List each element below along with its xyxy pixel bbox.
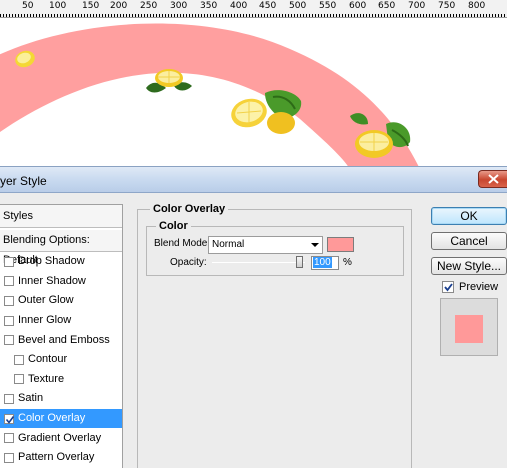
style-item-pattern-overlay[interactable]: Pattern Overlay xyxy=(0,448,122,468)
style-item-label: Pattern Overlay xyxy=(18,451,95,464)
close-button[interactable] xyxy=(478,170,507,188)
ruler-label: 50 xyxy=(22,1,34,11)
ruler-label: 800 xyxy=(468,1,486,11)
overlay-color-swatch[interactable] xyxy=(327,237,354,252)
document-canvas[interactable] xyxy=(0,19,507,169)
preview-box xyxy=(440,298,498,356)
style-item-color-overlay[interactable]: Color Overlay xyxy=(0,408,122,429)
checkbox-checked-icon[interactable] xyxy=(442,281,454,293)
checkbox-icon[interactable] xyxy=(4,256,14,267)
ruler-ticks xyxy=(0,14,505,17)
style-item-texture[interactable]: Texture xyxy=(0,370,122,390)
opacity-label: Opacity: xyxy=(170,257,207,268)
styles-header[interactable]: Styles xyxy=(0,205,122,228)
styles-list: Styles Blending Options: Default Drop Sh… xyxy=(0,204,123,468)
preview-swatch xyxy=(455,315,483,343)
style-item-label: Inner Glow xyxy=(18,314,72,327)
ruler-label: 200 xyxy=(110,1,128,11)
horizontal-ruler: 50 100 150 200 250 300 350 400 450 500 5… xyxy=(0,0,507,18)
style-item-label: Contour xyxy=(28,353,68,366)
ruler-label: 450 xyxy=(259,1,277,11)
style-item-satin[interactable]: Satin xyxy=(0,389,122,409)
style-item-inner-glow[interactable]: Inner Glow xyxy=(0,311,122,331)
ruler-label: 250 xyxy=(140,1,158,11)
close-icon xyxy=(488,174,499,184)
new-style-button[interactable]: New Style... xyxy=(431,257,507,275)
style-item-label: Bevel and Emboss xyxy=(18,333,110,346)
checkbox-icon[interactable] xyxy=(4,393,14,404)
blending-options-item[interactable]: Blending Options: Default xyxy=(0,230,122,266)
lemon-with-leaves-icon xyxy=(146,69,192,93)
dropdown-arrow-icon xyxy=(311,243,319,247)
opacity-value: 100 xyxy=(313,257,332,268)
ruler-label: 550 xyxy=(319,1,337,11)
blend-mode-label: Blend Mode: xyxy=(154,238,211,249)
blend-mode-select[interactable]: Normal xyxy=(208,236,323,254)
style-item-label: Drop Shadow xyxy=(18,255,85,268)
dialog-titlebar[interactable]: yer Style xyxy=(0,167,507,193)
ruler-label: 600 xyxy=(349,1,367,11)
blend-mode-value: Normal xyxy=(212,239,245,250)
style-item-label: Gradient Overlay xyxy=(18,431,102,444)
color-overlay-title: Color Overlay xyxy=(150,203,229,215)
lemon-with-leaves-icon xyxy=(350,113,411,158)
opacity-unit: % xyxy=(343,257,352,268)
ruler-label: 700 xyxy=(408,1,426,11)
ruler-label: 300 xyxy=(170,1,188,11)
checkbox-icon[interactable] xyxy=(14,354,24,365)
style-item-outer-glow[interactable]: Outer Glow xyxy=(0,291,122,311)
dialog-title: yer Style xyxy=(0,174,47,188)
style-item-label: Inner Shadow xyxy=(18,274,86,287)
preview-label: Preview xyxy=(459,281,499,293)
style-item-inner-shadow[interactable]: Inner Shadow xyxy=(0,272,122,292)
color-subgroup-title: Color xyxy=(156,220,191,232)
ruler-label: 350 xyxy=(200,1,218,11)
checkbox-icon[interactable] xyxy=(4,276,14,287)
ok-button[interactable]: OK xyxy=(431,207,507,225)
ruler-label: 500 xyxy=(289,1,307,11)
ruler-label: 650 xyxy=(378,1,396,11)
checkbox-checked-icon[interactable] xyxy=(4,413,15,424)
style-item-label: Satin xyxy=(18,392,44,405)
preview-checkbox[interactable]: Preview xyxy=(442,281,498,293)
ruler-label: 150 xyxy=(82,1,100,11)
style-item-gradient-overlay[interactable]: Gradient Overlay xyxy=(0,428,122,448)
style-item-bevel-and-emboss[interactable]: Bevel and Emboss xyxy=(0,330,122,350)
style-item-contour[interactable]: Contour xyxy=(0,350,122,370)
style-item-drop-shadow[interactable]: Drop Shadow xyxy=(0,252,122,272)
cancel-button[interactable]: Cancel xyxy=(431,232,507,250)
style-item-label: Texture xyxy=(28,372,65,385)
checkbox-icon[interactable] xyxy=(4,295,14,306)
ruler-label: 400 xyxy=(230,1,248,11)
checkbox-icon[interactable] xyxy=(4,433,14,444)
style-item-label: Outer Glow xyxy=(18,294,74,307)
opacity-slider-track[interactable] xyxy=(212,262,305,263)
ruler-label: 100 xyxy=(49,1,67,11)
checkbox-icon[interactable] xyxy=(14,374,24,385)
opacity-input[interactable]: 100 xyxy=(311,256,339,270)
checkbox-icon[interactable] xyxy=(4,335,14,346)
lemon-cluster-icon xyxy=(231,90,302,134)
lemon-slice-icon xyxy=(15,50,35,68)
style-item-label: Color Overlay xyxy=(18,412,86,425)
opacity-slider-thumb[interactable] xyxy=(296,256,303,268)
checkbox-icon[interactable] xyxy=(4,315,14,326)
layer-style-dialog: yer Style Styles Blending Options: Defau… xyxy=(0,166,507,468)
ruler-label: 750 xyxy=(438,1,456,11)
checkbox-icon[interactable] xyxy=(4,452,14,463)
